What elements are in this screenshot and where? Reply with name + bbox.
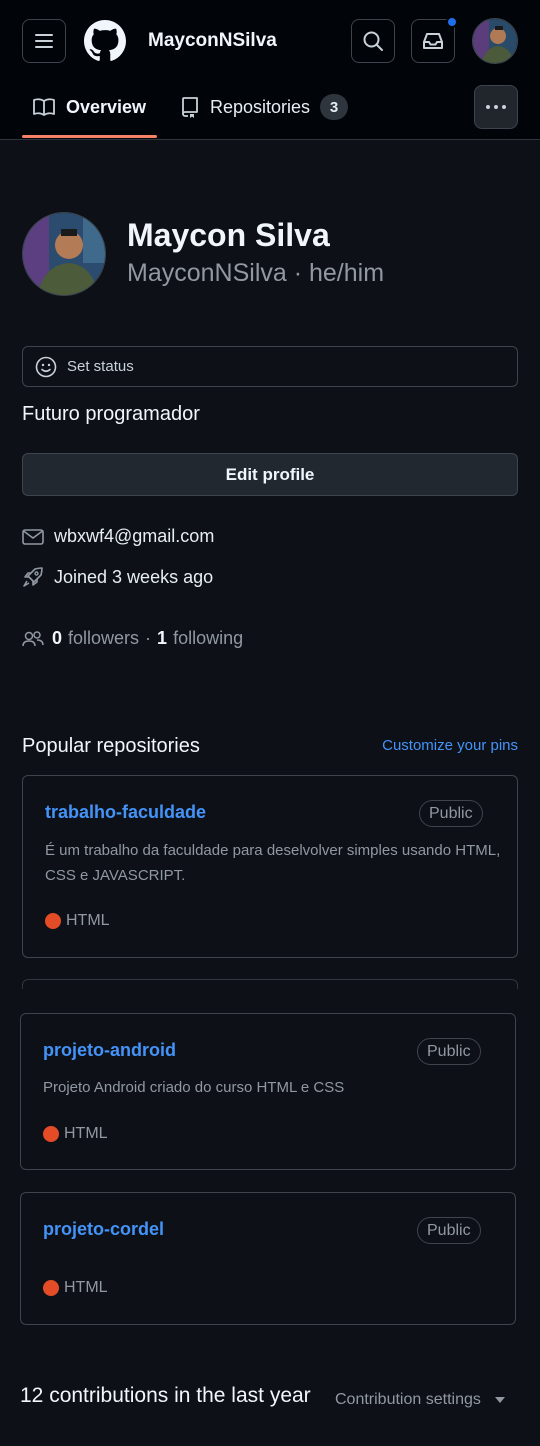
profile-bio: Futuro programador: [22, 403, 200, 425]
tab-repositories[interactable]: Repositories 3: [180, 94, 349, 120]
language-color-dot: [43, 1280, 59, 1296]
visibility-badge: Public: [419, 800, 483, 827]
people-icon: [22, 630, 44, 646]
dot: [494, 105, 498, 109]
following-label[interactable]: following: [173, 628, 243, 649]
repo-language: HTML: [45, 912, 110, 930]
book-icon: [33, 98, 55, 116]
more-tabs-button[interactable]: [474, 85, 518, 129]
header-username[interactable]: MayconNSilva: [148, 30, 277, 52]
tab-overview-label: Overview: [66, 96, 147, 117]
language-color-dot: [45, 913, 61, 929]
edit-profile-button[interactable]: Edit profile: [22, 453, 518, 496]
language-label: HTML: [64, 1125, 108, 1142]
contribution-settings-dropdown[interactable]: Contribution settings: [335, 1391, 505, 1409]
follow-stats: 0 followers · 1 following: [22, 628, 243, 649]
menu-button[interactable]: [22, 19, 66, 63]
chevron-down-icon: [494, 1397, 505, 1403]
search-icon: [363, 31, 383, 51]
separator: ·: [145, 628, 152, 648]
profile-avatar[interactable]: [22, 212, 106, 296]
rocket-icon: [23, 567, 43, 587]
repo-card: trabalho-faculdade Public É um trabalho …: [22, 775, 518, 958]
language-color-dot: [43, 1126, 59, 1142]
customize-pins-link[interactable]: Customize your pins: [382, 737, 518, 754]
profile-email: wbxwf4@gmail.com: [22, 526, 214, 547]
repo-card: projeto-android Public Projeto Android c…: [20, 1013, 516, 1170]
user-avatar-menu[interactable]: [472, 18, 518, 64]
repo-name-link[interactable]: projeto-android: [43, 1040, 176, 1061]
language-label: HTML: [64, 1279, 108, 1296]
repo-description: Projeto Android criado do curso HTML e C…: [43, 1079, 345, 1096]
contribution-settings-label: Contribution settings: [335, 1391, 481, 1408]
inbox-icon: [423, 33, 443, 49]
tab-overview[interactable]: Overview: [32, 94, 146, 120]
profile-full-name: Maycon Silva: [127, 217, 330, 253]
smiley-icon: [35, 356, 57, 377]
email-link[interactable]: wbxwf4@gmail.com: [54, 526, 214, 547]
dot: [486, 105, 490, 109]
hamburger-icon: [35, 34, 53, 48]
dot: [502, 105, 506, 109]
repo-icon: [182, 97, 198, 118]
github-logo-icon[interactable]: [84, 20, 126, 62]
language-label: HTML: [66, 912, 110, 929]
repo-card: projeto-cordel Public HTML: [20, 1192, 516, 1325]
repo-description: É um trabalho da faculdade para deselvol…: [45, 842, 501, 884]
repo-name-link[interactable]: trabalho-faculdade: [45, 802, 206, 823]
followers-label[interactable]: followers: [68, 628, 139, 649]
top-navigation: MayconNSilva Overview Repositories 3: [0, 0, 540, 140]
repo-language: HTML: [43, 1125, 108, 1143]
set-status-button[interactable]: Set status: [22, 346, 518, 387]
visibility-badge: Public: [417, 1038, 481, 1065]
tab-repositories-label: Repositories: [210, 96, 311, 117]
contributions-summary: 12 contributions in the last year: [20, 1384, 311, 1407]
following-count[interactable]: 1: [157, 628, 167, 649]
active-tab-indicator: [22, 135, 157, 138]
repositories-counter: 3: [320, 94, 349, 120]
joined-text: Joined 3 weeks ago: [54, 566, 214, 587]
avatar-image: [23, 213, 105, 295]
repo-name-link[interactable]: projeto-cordel: [43, 1219, 164, 1240]
profile-joined: Joined 3 weeks ago: [22, 566, 213, 588]
search-button[interactable]: [351, 19, 395, 63]
repo-card-edge: [22, 979, 518, 989]
avatar-image: [473, 19, 517, 63]
followers-count[interactable]: 0: [52, 628, 62, 649]
popular-repositories-heading: Popular repositories: [22, 735, 200, 757]
profile-login-pronouns: MayconNSilva · he/him: [127, 259, 385, 287]
set-status-label: Set status: [67, 358, 134, 375]
repo-language: HTML: [43, 1279, 108, 1297]
mail-icon: [22, 528, 44, 545]
notification-dot: [446, 16, 458, 28]
visibility-badge: Public: [417, 1217, 481, 1244]
